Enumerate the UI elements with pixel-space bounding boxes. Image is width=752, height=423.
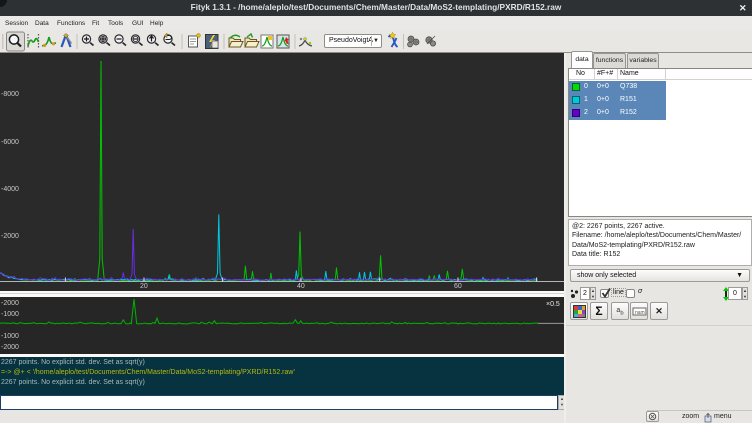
svg-text:nam: nam [635,310,645,316]
